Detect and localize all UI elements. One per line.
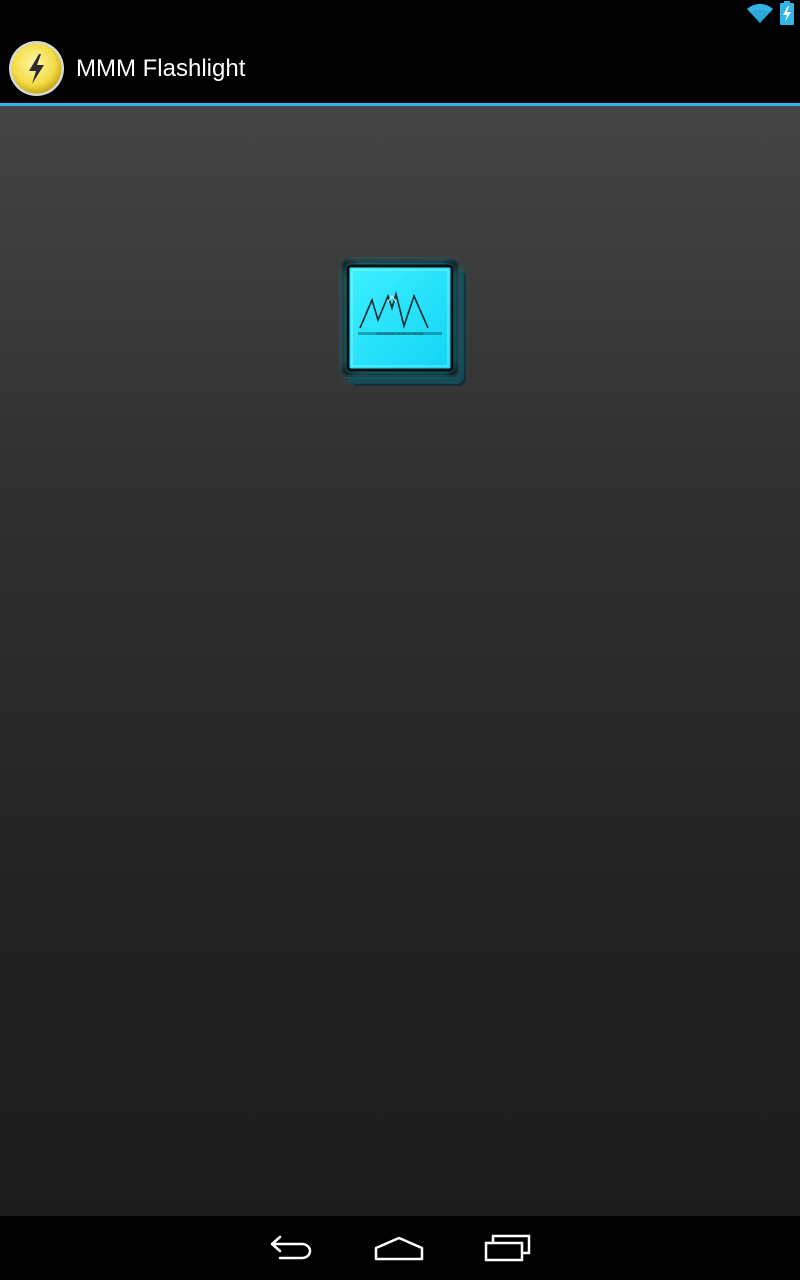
lightning-bolt-icon[interactable] bbox=[8, 40, 65, 97]
home-button[interactable] bbox=[367, 1230, 431, 1270]
recent-apps-button[interactable] bbox=[476, 1230, 540, 1270]
wifi-icon bbox=[746, 1, 774, 30]
mmm-mountain-logo-icon: MOUNTAIN MOBILE MEDIA bbox=[341, 259, 466, 386]
home-icon bbox=[373, 1234, 425, 1267]
status-icons bbox=[746, 0, 794, 30]
status-bar bbox=[0, 0, 800, 33]
back-icon bbox=[268, 1234, 316, 1267]
screen: MMM Flashlight MOUNTAIN MOBILE MEDIA bbox=[0, 0, 800, 1280]
main-content: MOUNTAIN MOBILE MEDIA bbox=[0, 106, 800, 1216]
app-title: MMM Flashlight bbox=[76, 55, 246, 82]
navigation-bar bbox=[0, 1216, 800, 1280]
action-bar: MMM Flashlight bbox=[0, 33, 800, 106]
flashlight-toggle-button[interactable]: MOUNTAIN MOBILE MEDIA bbox=[338, 256, 468, 386]
logo-text: MOUNTAIN MOBILE MEDIA bbox=[376, 332, 424, 336]
recent-apps-icon bbox=[483, 1234, 533, 1267]
battery-charging-icon bbox=[780, 0, 794, 30]
back-button[interactable] bbox=[260, 1230, 324, 1270]
